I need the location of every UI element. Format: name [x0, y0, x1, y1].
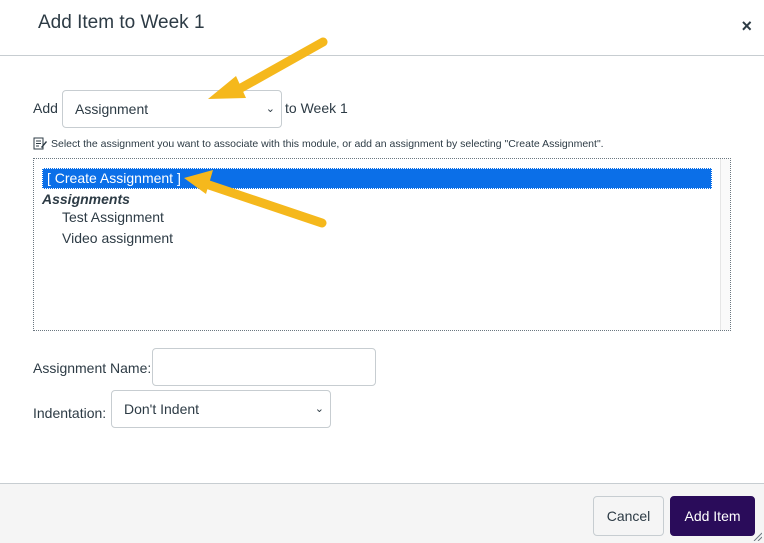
dialog-footer: Cancel Add Item — [0, 483, 764, 543]
chevron-down-icon: ⌄ — [265, 103, 275, 115]
assignments-group-label: Assignments — [42, 191, 130, 207]
listbox-scrollbar[interactable] — [720, 159, 730, 330]
item-type-select[interactable]: Assignment ⌄ — [62, 90, 282, 128]
to-module-label: to Week 1 — [285, 100, 348, 116]
add-item-button[interactable]: Add Item — [670, 496, 755, 536]
create-assignment-option[interactable]: [ Create Assignment ] — [42, 168, 712, 189]
assignment-listbox[interactable]: [ Create Assignment ] Assignments Test A… — [33, 158, 731, 331]
dialog-header: Add Item to Week 1 × — [0, 0, 764, 56]
add-label: Add — [33, 100, 58, 116]
assignment-name-label: Assignment Name: — [33, 360, 152, 376]
indentation-value: Don't Indent — [124, 401, 200, 417]
resize-grip-icon[interactable] — [752, 531, 762, 541]
indentation-select[interactable]: Don't Indent ⌄ — [111, 390, 331, 428]
list-item[interactable]: Video assignment — [62, 230, 173, 246]
close-icon[interactable]: × — [741, 16, 752, 37]
list-item[interactable]: Test Assignment — [62, 209, 164, 225]
cancel-button[interactable]: Cancel — [593, 496, 664, 536]
instruction-text: Select the assignment you want to associ… — [33, 136, 604, 150]
indentation-label: Indentation: — [33, 405, 107, 421]
instruction-label: Select the assignment you want to associ… — [51, 138, 604, 150]
assignment-name-input[interactable] — [152, 348, 376, 386]
item-type-value: Assignment — [75, 101, 149, 117]
add-item-dialog: Add Item to Week 1 × Add Assignment ⌄ to… — [0, 0, 764, 543]
chevron-down-icon: ⌄ — [314, 403, 324, 415]
dialog-title: Add Item to Week 1 — [38, 12, 205, 33]
edit-note-icon — [33, 137, 47, 150]
